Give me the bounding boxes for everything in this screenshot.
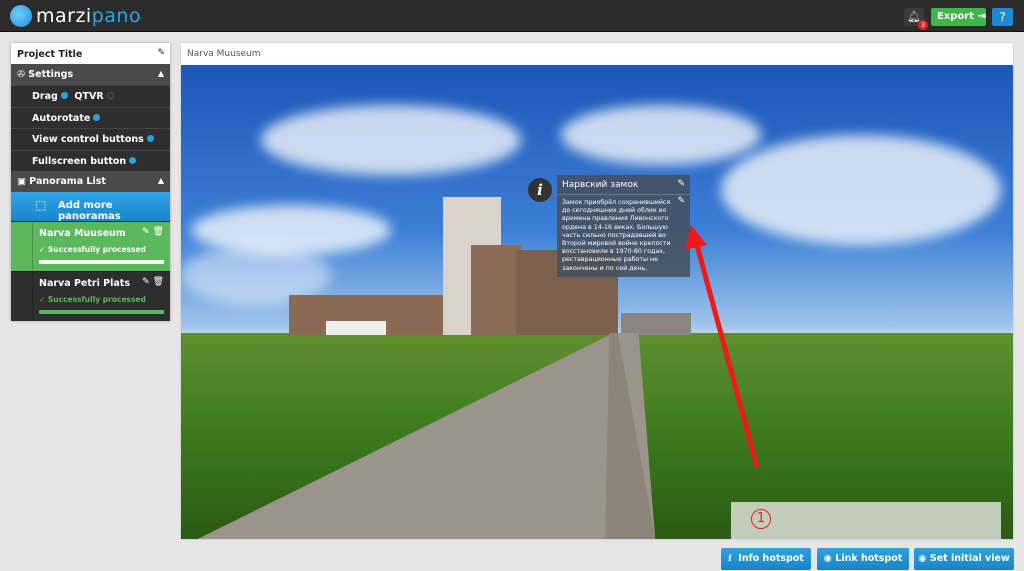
edit-and-delete-icons[interactable]: ✎ 🗑︎ <box>142 227 164 237</box>
autorotate-label: Autorotate <box>32 112 91 124</box>
settings-gear-icon: ✇ <box>17 69 25 80</box>
drag-handle[interactable] <box>11 222 33 271</box>
red-arrow-annotation <box>685 225 760 468</box>
edit-pencil-icon: ✎ <box>142 227 150 237</box>
panorama-status: ✓ Successfully processed <box>39 295 146 304</box>
view-control-label: View control buttons <box>32 134 144 145</box>
project-title[interactable]: Project Title ✎ <box>11 43 170 64</box>
logo-text-accent: pano <box>91 5 142 27</box>
panorama-name: Narva Petri Plats <box>39 278 130 289</box>
panorama-list-label: Panorama List <box>29 176 106 187</box>
add-more-panoramas-button[interactable]: ⬚ Add more panoramas <box>11 192 170 222</box>
panorama-name: Narva Muuseum <box>39 228 126 239</box>
link-icon: ◉ <box>823 553 832 564</box>
panorama-title: Narva Muuseum <box>187 49 261 59</box>
qtvr-label: QTVR <box>74 91 104 102</box>
setting-view-control-buttons[interactable]: View control buttons <box>11 128 170 150</box>
view-control-toggle[interactable] <box>146 135 154 142</box>
logo: marzipano <box>10 5 141 27</box>
set-initial-view-button[interactable]: ◉ Set initial view <box>914 548 1014 570</box>
logo-icon <box>10 5 32 27</box>
add-label: Add more panoramas <box>58 200 121 222</box>
autorotate-toggle[interactable] <box>93 113 101 121</box>
progress-bar <box>39 310 164 314</box>
settings-label: Settings <box>28 69 74 80</box>
panorama-list-header[interactable]: ▣ Panorama List ▲ <box>11 171 170 192</box>
chevron-up-icon: ▲ <box>157 69 164 78</box>
help-button[interactable]: ? <box>992 8 1013 26</box>
edit-pencil-icon[interactable]: ✎ <box>157 48 165 58</box>
chevron-up-icon: ▲ <box>157 176 164 185</box>
panorama-status: ✓ Successfully processed <box>39 245 146 254</box>
logo-text: marzi <box>36 5 92 27</box>
edit-pencil-icon: ✎ <box>142 277 150 287</box>
export-button[interactable]: Export ⇥ <box>931 8 986 26</box>
info-hotspot-button[interactable]: i Info hotspot <box>721 548 811 570</box>
trash-icon: 🗑︎ <box>152 227 164 237</box>
edit-and-delete-icons[interactable]: ✎ 🗑︎ <box>142 277 164 287</box>
add-cursor-icon: ⬚ <box>35 198 47 212</box>
annotation-number: 1 <box>751 509 771 529</box>
link-hotspot-button[interactable]: ◉ Link hotspot <box>817 548 909 570</box>
sidebar: Project Title ✎ ✇ Settings ▲ Drag QTVR Aut… <box>11 43 170 321</box>
info-icon: i <box>728 553 732 564</box>
top-bar: marzipano 🔔︎ 3 Export ⇥ ? <box>0 0 1024 32</box>
progress-bar <box>39 260 164 264</box>
drag-label: Drag <box>32 91 58 102</box>
setting-fullscreen-button[interactable]: Fullscreen button <box>11 149 170 171</box>
eye-icon: ◉ <box>918 553 927 564</box>
project-title-text: Project Title <box>17 49 83 60</box>
annotation-box: 1 <box>731 502 1001 539</box>
fullscreen-label: Fullscreen button <box>32 155 127 167</box>
panorama-viewer[interactable]: i Нарвский замок ✎ ✎ Замок приобрёл сохран… <box>181 65 1013 539</box>
panorama-item[interactable]: Narva Muuseum ✎ 🗑︎ ✓ Successfully proces… <box>11 221 170 271</box>
link-hotspot-label: Link hotspot <box>835 553 903 564</box>
setting-drag-row: Drag QTVR <box>11 85 170 107</box>
setting-autorotate[interactable]: Autorotate <box>11 106 170 128</box>
export-label: Export <box>937 11 975 22</box>
info-hotspot-label: Info hotspot <box>738 553 804 564</box>
image-icon: ▣ <box>17 176 26 187</box>
panorama-item[interactable]: Narva Petri Plats ✎ 🗑︎ ✓ Successfully pr… <box>11 271 170 321</box>
main-panel: Narva Muuseum i Нарвский замок ✎ ✎ Замок п… <box>181 43 1013 539</box>
drag-handle[interactable] <box>11 272 33 321</box>
notification-count-badge: 3 <box>918 20 928 30</box>
drag-toggle[interactable] <box>60 92 68 99</box>
export-icon: ⇥ <box>977 11 986 22</box>
set-initial-view-label: Set initial view <box>929 553 1010 564</box>
fullscreen-toggle[interactable] <box>129 156 137 164</box>
trash-icon: 🗑︎ <box>152 277 164 287</box>
settings-header[interactable]: ✇ Settings ▲ <box>11 64 170 85</box>
qtvr-toggle[interactable] <box>106 92 114 99</box>
